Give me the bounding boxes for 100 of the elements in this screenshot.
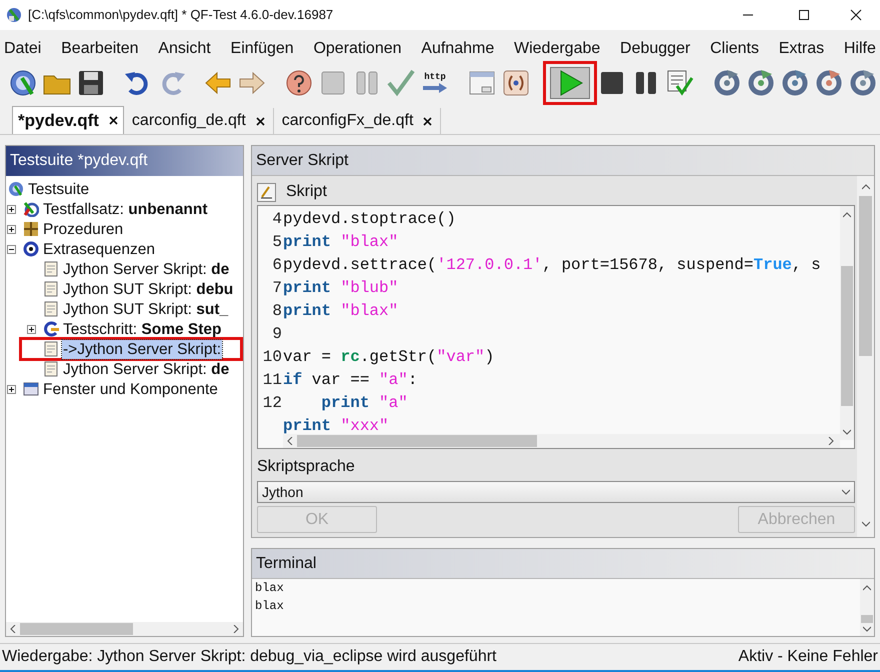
script-icon: [43, 361, 59, 377]
step-icon: [43, 321, 59, 337]
edit-icon[interactable]: [257, 182, 276, 202]
line-number: 9: [271, 324, 283, 344]
line-number: 12: [262, 392, 283, 414]
script-icon[interactable]: [500, 68, 531, 98]
chevron-up-icon[interactable]: [843, 212, 851, 218]
terminal-line: blax: [255, 598, 285, 615]
chevron-up-icon[interactable]: [863, 585, 871, 591]
field-label: Skriptsprache: [257, 457, 356, 477]
tree-item[interactable]: Testsuite: [27, 180, 90, 198]
tab[interactable]: carconfigFx_de.qft: [274, 108, 442, 134]
expand-icon[interactable]: [7, 384, 16, 394]
expand-icon[interactable]: [7, 204, 16, 214]
tree-item[interactable]: Jython Server Skript: de: [62, 260, 230, 278]
grid-icon: [23, 221, 39, 237]
chevron-left-icon[interactable]: [10, 625, 16, 633]
chevron-left-icon[interactable]: [287, 437, 293, 445]
menu-item[interactable]: Hilfe: [844, 37, 876, 61]
chevron-right-icon[interactable]: [233, 625, 239, 633]
code-line: print "blax": [283, 300, 398, 322]
line-number: 11: [262, 370, 283, 390]
code-line: print "blub": [283, 278, 398, 298]
menu-item[interactable]: Datei: [4, 37, 42, 61]
scrollbar-thumb[interactable]: [861, 615, 873, 623]
vertical-scrollbar[interactable]: [857, 176, 874, 537]
menu-item[interactable]: Clients: [710, 37, 759, 61]
tab[interactable]: *pydev.qft: [12, 106, 124, 134]
vertical-scrollbar[interactable]: [840, 206, 854, 440]
globe-icon: [8, 181, 24, 197]
http-button[interactable]: http: [420, 72, 450, 94]
close-icon[interactable]: [850, 9, 862, 21]
code-editor[interactable]: 4pydevd.stoptrace() 5print "blax" 6pydevd.settrace('127.0.0.1', port=15678, suspend=True, s 7print "blub" 8print "blax" 9 10var = rc.getStr("var") 11if var == "a": 12 print "a" print "xxx": [257, 205, 855, 449]
tree-item[interactable]: Prozeduren: [42, 220, 124, 238]
globe-icon[interactable]: [8, 68, 38, 98]
line-number: 8: [271, 300, 283, 322]
close-icon[interactable]: [423, 116, 432, 126]
status-text: Aktiv - Keine Fehler: [738, 647, 878, 667]
close-icon[interactable]: [256, 116, 265, 126]
terminal-line: blax: [255, 580, 285, 597]
expand-icon[interactable]: [7, 224, 16, 234]
menu-item[interactable]: Wiedergabe: [514, 37, 600, 61]
panel-header: Testsuite *pydev.qft: [6, 146, 243, 176]
window-icon: [23, 381, 39, 397]
collapse-icon[interactable]: [7, 244, 16, 254]
tree-item[interactable]: Fenster und Komponente: [42, 380, 219, 398]
vertical-scrollbar[interactable]: [860, 579, 874, 636]
check-icon[interactable]: [386, 68, 416, 98]
chevron-up-icon[interactable]: [862, 184, 870, 190]
menu-item[interactable]: Extras: [778, 37, 824, 61]
tree-item[interactable]: Testschritt: Some Step: [62, 320, 222, 338]
code-line: if var == "a":: [283, 370, 418, 390]
menu-item[interactable]: Operationen: [313, 37, 402, 61]
chevron-right-icon[interactable]: [828, 437, 834, 445]
chevron-down-icon[interactable]: [842, 489, 850, 495]
field-label: Skript: [286, 182, 327, 202]
code-line: pydevd.settrace('127.0.0.1', port=15678, suspend=True, s: [283, 254, 821, 276]
tab[interactable]: carconfig_de.qft: [124, 108, 274, 134]
testset-icon: [23, 201, 39, 217]
status-message: Wiedergabe: Jython Server Skript: debug_via_eclipse wird ausgeführt: [2, 647, 496, 667]
app-icon: [6, 7, 22, 23]
scrollbar-thumb[interactable]: [20, 623, 133, 635]
horizontal-scrollbar[interactable]: [283, 434, 840, 448]
save-icon[interactable]: [76, 68, 106, 98]
line-number: 10: [262, 346, 283, 368]
tree-item[interactable]: Jython Server Skript: de: [62, 360, 230, 378]
code-line: print "blax": [283, 232, 398, 252]
line-number: 6: [271, 254, 283, 276]
tree-item[interactable]: Jython SUT Skript: sut_: [62, 300, 230, 318]
arrow-icon: [422, 82, 448, 94]
menu-item[interactable]: Aufnahme: [421, 37, 494, 61]
language-dropdown[interactable]: Jython: [257, 481, 855, 503]
menu-item[interactable]: Einfügen: [230, 37, 294, 61]
tree-item[interactable]: Extrasequenzen: [42, 240, 156, 258]
scrollbar-thumb[interactable]: [297, 435, 537, 447]
play-button[interactable]: [550, 67, 590, 99]
chevron-down-icon[interactable]: [863, 626, 871, 632]
menu-item[interactable]: Bearbeiten: [61, 37, 139, 61]
scrollbar-thumb[interactable]: [859, 196, 872, 356]
horizontal-scrollbar[interactable]: [6, 622, 243, 636]
expand-icon[interactable]: [27, 324, 36, 334]
menu-item[interactable]: Ansicht: [158, 37, 211, 61]
script-icon: [43, 301, 59, 317]
chevron-down-icon[interactable]: [843, 429, 851, 435]
close-icon[interactable]: [108, 116, 118, 125]
checklist-icon[interactable]: [665, 68, 696, 98]
line-number: 7: [271, 278, 283, 298]
maximize-icon[interactable]: [798, 9, 810, 21]
window-title: [C:\qfs\common\pydev.qft] * QF-Test 4.6.0-dev.16987: [28, 6, 334, 24]
menu-item[interactable]: Debugger: [620, 37, 690, 61]
code-line: print "a": [320, 392, 408, 414]
script-icon: [43, 261, 59, 277]
tree-item[interactable]: Jython SUT Skript: debu: [62, 280, 234, 298]
scrollbar-thumb[interactable]: [841, 266, 853, 406]
script-icon: [43, 341, 59, 357]
help-icon[interactable]: [284, 68, 314, 98]
panel-header: Server Skript: [252, 146, 874, 176]
tree-item[interactable]: Testfallsatz: unbenannt: [42, 200, 208, 218]
chevron-down-icon[interactable]: [862, 521, 870, 527]
tree-item[interactable]: ->Jython Server Skript:: [62, 340, 222, 358]
